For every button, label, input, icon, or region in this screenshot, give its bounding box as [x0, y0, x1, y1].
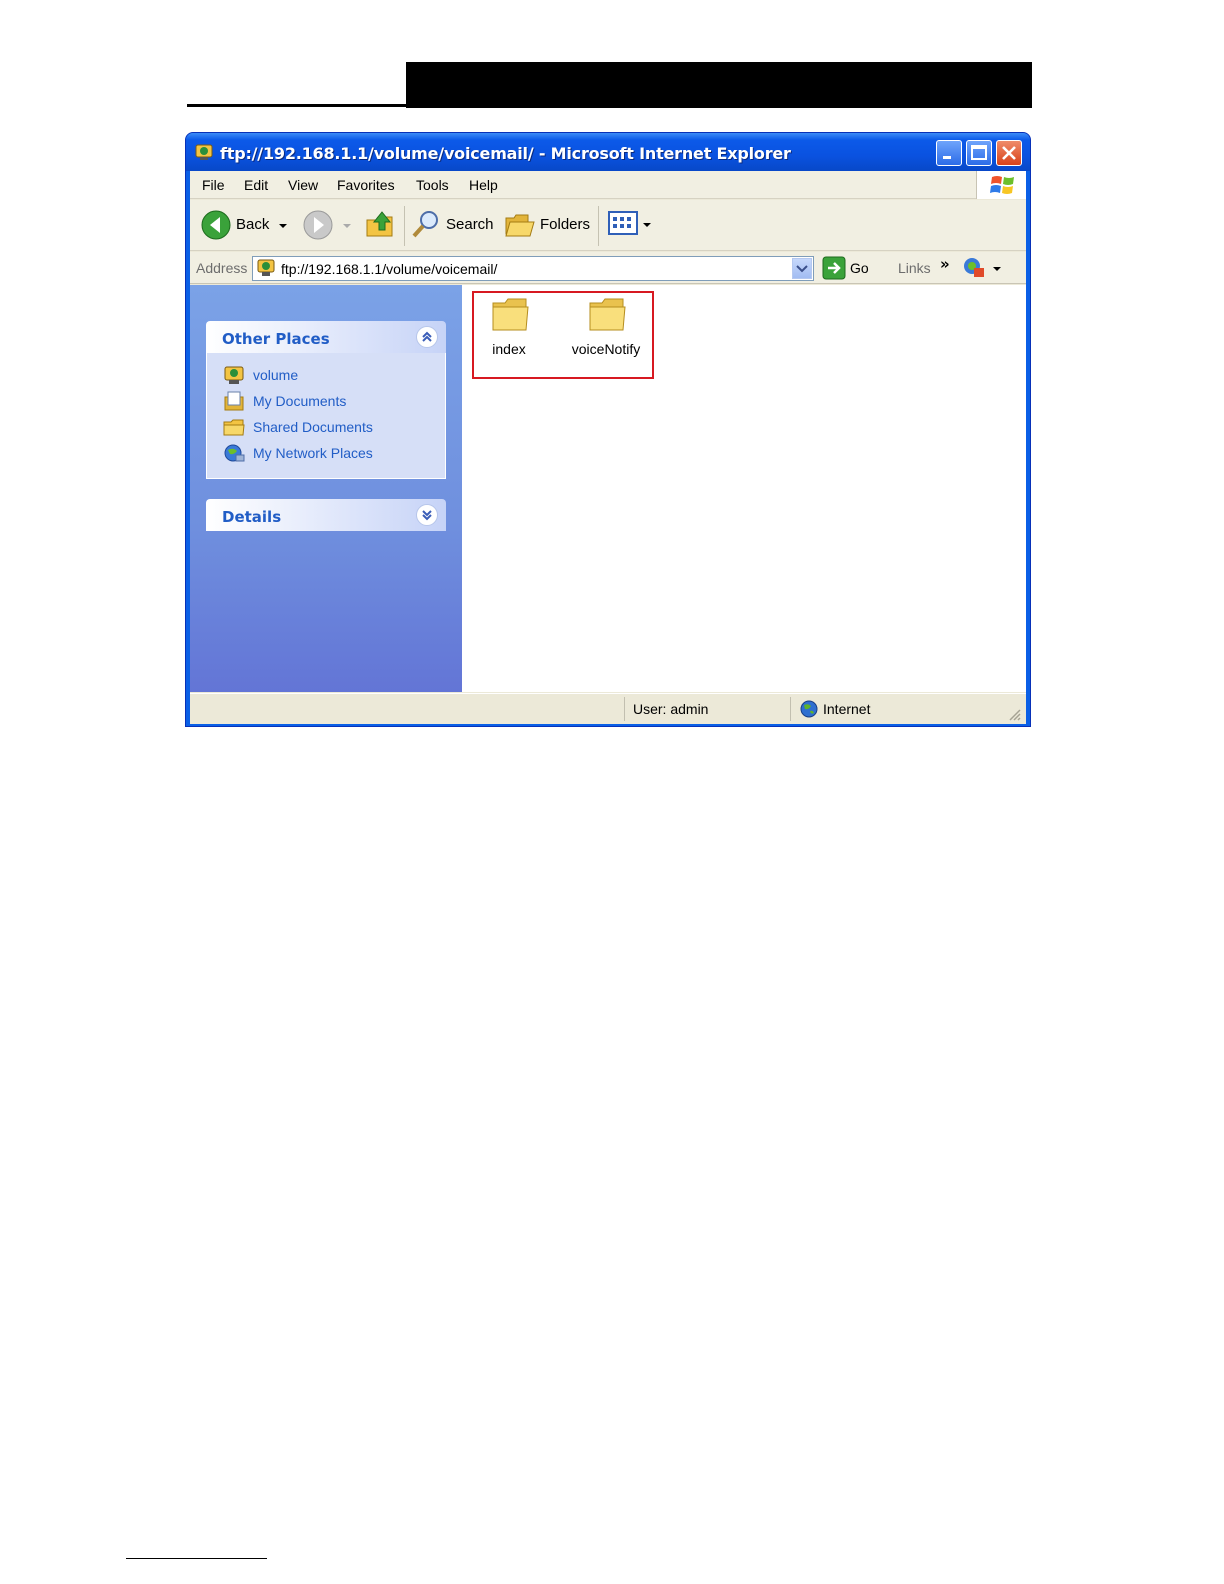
chevron-up-double-icon — [422, 331, 432, 342]
folder-icon — [589, 298, 626, 331]
links-label[interactable]: Links — [898, 260, 931, 276]
status-zone: Internet — [823, 701, 871, 717]
other-places-body: volume My Documents Shared Documents My … — [206, 353, 446, 479]
back-label: Back — [236, 216, 270, 233]
forward-button[interactable] — [302, 208, 352, 242]
maximize-button[interactable] — [966, 140, 992, 166]
address-dropdown-button[interactable] — [792, 258, 812, 279]
messenger-dropdown-icon — [993, 267, 1001, 271]
close-icon — [1002, 146, 1016, 160]
forward-arrow-icon — [303, 210, 333, 240]
chevron-down-double-icon — [422, 510, 432, 521]
back-button[interactable]: Back — [200, 208, 292, 242]
folder-label: voiceNotify — [571, 341, 641, 357]
internet-globe-icon — [800, 700, 818, 718]
other-places-title: Other Places — [222, 330, 330, 348]
minimize-button[interactable] — [936, 140, 962, 166]
place-label: My Documents — [253, 393, 347, 409]
go-label: Go — [850, 260, 869, 276]
folders-label: Folders — [540, 216, 591, 233]
window-client: File Edit View Favorites Tools Help Back… — [190, 171, 1026, 724]
place-label: volume — [253, 367, 299, 383]
views-icon — [608, 211, 638, 235]
chevron-down-icon — [796, 265, 808, 273]
place-label: My Network Places — [253, 445, 373, 461]
address-input[interactable]: ftp://192.168.1.1/volume/voicemail/ — [252, 256, 814, 281]
views-dropdown-icon — [643, 223, 651, 227]
messenger-icon — [964, 258, 984, 277]
menu-favorites[interactable]: Favorites — [337, 177, 395, 193]
forward-dropdown-icon[interactable] — [342, 221, 352, 231]
address-text: ftp://192.168.1.1/volume/voicemail/ — [281, 261, 498, 277]
address-bar: Address ftp://192.168.1.1/volume/voicema… — [190, 252, 1026, 284]
document-header-block — [406, 62, 1032, 108]
task-pane: Other Places volume My Documents Shared … — [190, 285, 462, 692]
standard-toolbar: Back Search Folders — [190, 200, 1026, 251]
ie-window: ftp://192.168.1.1/volume/voicemail/ - Mi… — [185, 132, 1031, 727]
details-header[interactable]: Details — [206, 499, 446, 531]
menu-help[interactable]: Help — [469, 177, 498, 193]
menu-edit[interactable]: Edit — [244, 177, 268, 193]
toolbar-separator — [598, 206, 599, 246]
other-places-panel: Other Places volume My Documents Shared … — [206, 321, 446, 479]
menu-view[interactable]: View — [288, 177, 318, 193]
back-arrow-icon — [201, 210, 231, 240]
folders-icon — [505, 214, 535, 237]
resize-grip-icon[interactable] — [1008, 708, 1022, 722]
window-title: ftp://192.168.1.1/volume/voicemail/ - Mi… — [220, 144, 791, 163]
ftp-globe-icon — [195, 144, 213, 160]
minimize-icon — [943, 156, 951, 159]
status-user: User: admin — [633, 701, 709, 717]
views-button[interactable] — [608, 210, 654, 240]
search-icon — [412, 211, 438, 238]
place-label: Shared Documents — [253, 419, 373, 435]
document-header-rule — [187, 104, 1032, 107]
toolbar-separator — [404, 206, 405, 246]
status-zone-cell: Internet — [790, 697, 1008, 721]
folder-index[interactable]: index — [464, 297, 554, 367]
close-button[interactable] — [996, 140, 1022, 166]
folder-label: index — [492, 341, 526, 357]
collapse-button[interactable] — [416, 326, 438, 348]
address-label: Address — [196, 260, 248, 276]
search-button[interactable]: Search — [410, 208, 496, 242]
expand-button[interactable] — [416, 504, 438, 526]
windows-flag-icon — [990, 176, 1014, 194]
document-page: ftp://192.168.1.1/volume/voicemail/ - Mi… — [0, 0, 1224, 1584]
menu-tools[interactable]: Tools — [416, 177, 449, 193]
details-title: Details — [222, 508, 282, 526]
title-bar[interactable]: ftp://192.168.1.1/volume/voicemail/ - Mi… — [186, 133, 1030, 171]
windows-logo-box — [976, 171, 1026, 199]
menu-file[interactable]: File — [202, 177, 225, 193]
go-arrow-icon — [822, 256, 846, 280]
network-places-icon — [224, 444, 245, 462]
menu-bar: File Edit View Favorites Tools Help — [190, 171, 1026, 199]
ftp-page-icon — [257, 259, 275, 276]
file-list-view: index voiceNotify — [462, 285, 1026, 692]
my-documents-icon — [224, 391, 244, 411]
links-more-button[interactable]: » — [940, 255, 950, 273]
messenger-button[interactable] — [962, 256, 1008, 281]
folder-icon — [492, 298, 529, 331]
maximize-icon — [971, 145, 987, 160]
up-folder-icon — [366, 211, 393, 237]
shared-folder-icon — [223, 419, 245, 436]
ftp-folder-icon — [224, 366, 244, 384]
details-panel: Details — [206, 499, 446, 531]
folder-voicenotify[interactable]: voiceNotify — [561, 297, 651, 367]
status-user-cell: User: admin — [624, 697, 790, 721]
other-places-header[interactable]: Other Places — [206, 321, 446, 353]
up-folder-button[interactable] — [364, 208, 398, 242]
search-label: Search — [446, 216, 494, 233]
status-bar: User: admin Internet — [190, 693, 1026, 724]
back-dropdown-icon[interactable] — [278, 221, 288, 231]
folders-button[interactable]: Folders — [504, 208, 594, 242]
document-footer-rule — [126, 1558, 267, 1559]
